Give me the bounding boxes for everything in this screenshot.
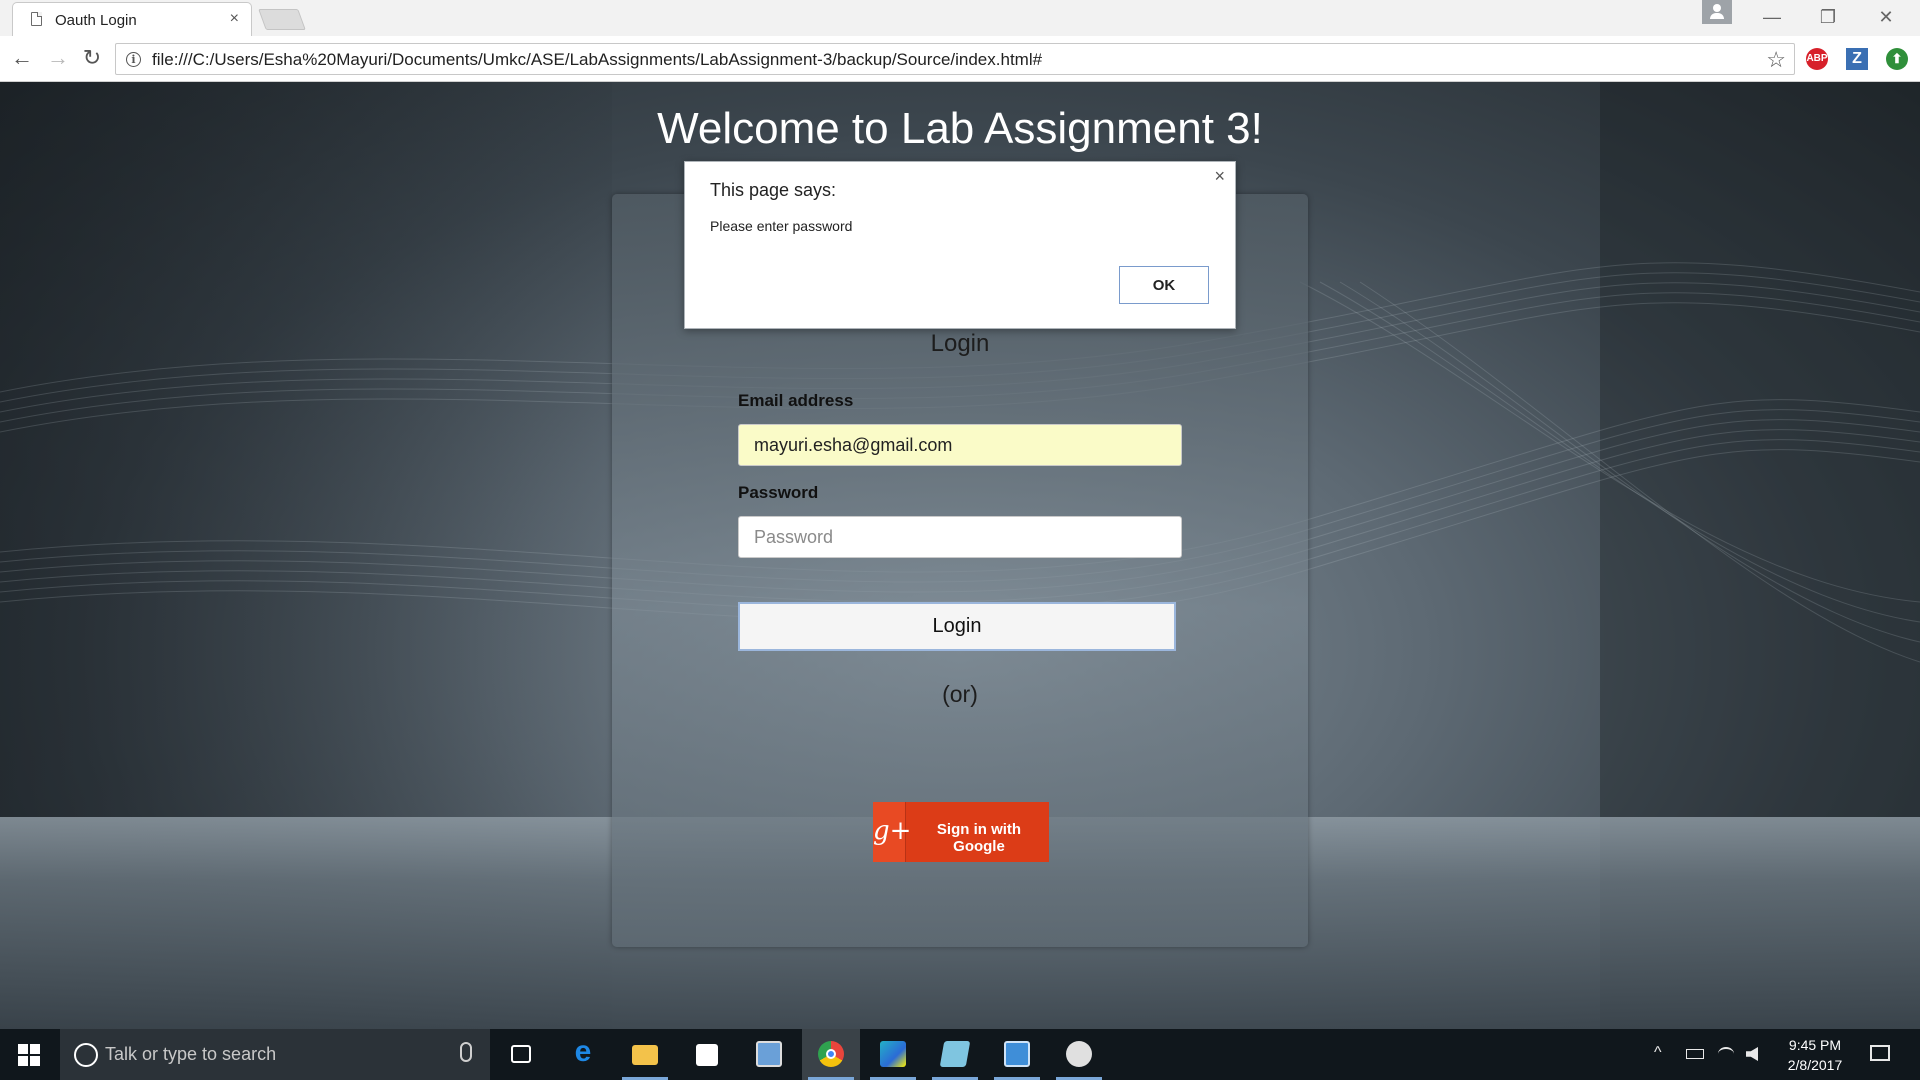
ok-button[interactable]: OK	[1119, 266, 1209, 304]
outlook-icon[interactable]	[988, 1029, 1046, 1080]
dialog-message: Please enter password	[710, 218, 853, 234]
taskbar: Talk or type to search e ^ 9:45 PM 2/8/2…	[0, 1029, 1920, 1080]
system-clock[interactable]: 9:45 PM 2/8/2017	[1770, 1035, 1860, 1075]
address-bar[interactable]: i file:///C:/Users/Esha%20Mayuri/Documen…	[115, 43, 1795, 75]
password-field[interactable]	[738, 516, 1182, 558]
page-viewport: Welcome to Lab Assignment 3! Login Email…	[0, 82, 1920, 1029]
password-label: Password	[738, 483, 819, 502]
minimize-button[interactable]: —	[1752, 4, 1792, 30]
restore-button[interactable]: ❐	[1808, 4, 1848, 30]
forward-button[interactable]: →	[44, 45, 72, 71]
paint-icon[interactable]	[1050, 1029, 1108, 1080]
browser-toolbar: ← → ↻ i file:///C:/Users/Esha%20Mayuri/D…	[0, 36, 1920, 82]
page-heading: Welcome to Lab Assignment 3!	[657, 104, 1263, 153]
reload-button[interactable]: ↻	[78, 45, 106, 71]
or-separator: (or)	[942, 681, 978, 707]
microphone-icon[interactable]	[460, 1042, 472, 1062]
back-button[interactable]: ←	[8, 45, 36, 71]
google-plus-icon: g+	[873, 802, 911, 862]
dialog-close-icon[interactable]: ×	[1214, 166, 1225, 187]
page-icon	[31, 12, 42, 26]
new-tab-button[interactable]	[258, 9, 306, 30]
dialog-title: This page says:	[710, 180, 837, 200]
close-window-button[interactable]: ✕	[1866, 4, 1906, 30]
url-text[interactable]: file:///C:/Users/Esha%20Mayuri/Documents…	[152, 50, 1042, 70]
tab-strip: Oauth Login × — ❐ ✕	[0, 0, 1920, 36]
browser-tab[interactable]: Oauth Login ×	[12, 2, 252, 36]
login-title: Login	[930, 330, 990, 357]
alert-dialog: × This page says: Please enter password …	[684, 161, 1236, 329]
windows-start-icon[interactable]	[18, 1044, 40, 1066]
login-button[interactable]: Login	[738, 602, 1176, 651]
google-signin-button[interactable]: g+ Sign in with Google	[873, 802, 1049, 862]
remote-desktop-icon[interactable]	[740, 1029, 798, 1080]
email-field[interactable]	[738, 424, 1182, 466]
action-center-icon[interactable]	[1870, 1045, 1890, 1061]
tab-title: Oauth Login	[55, 12, 137, 29]
bookmark-star-icon[interactable]: ☆	[1766, 47, 1786, 73]
profile-icon[interactable]	[1702, 0, 1732, 24]
battery-icon[interactable]	[1686, 1049, 1704, 1059]
store-icon[interactable]	[678, 1029, 736, 1080]
clock-date: 2/8/2017	[1787, 1057, 1843, 1073]
file-explorer-icon[interactable]	[616, 1029, 674, 1080]
tab-close-icon[interactable]: ×	[230, 10, 239, 28]
edge-icon[interactable]: e	[554, 1029, 612, 1080]
zotero-icon[interactable]: Z	[1846, 48, 1868, 70]
google-signin-label: Sign in with Google	[936, 821, 1022, 855]
email-label: Email address	[738, 391, 854, 410]
cortana-icon[interactable]	[74, 1043, 98, 1067]
show-hidden-icons[interactable]: ^	[1654, 1044, 1662, 1062]
search-placeholder: Talk or type to search	[105, 1044, 277, 1064]
adblock-plus-icon[interactable]: ABP	[1806, 48, 1828, 70]
notepad-icon[interactable]	[926, 1029, 984, 1080]
webstorm-icon[interactable]	[864, 1029, 922, 1080]
wifi-icon[interactable]	[1718, 1047, 1734, 1061]
chrome-icon[interactable]	[802, 1029, 860, 1080]
volume-icon[interactable]	[1746, 1047, 1758, 1061]
clock-time: 9:45 PM	[1788, 1037, 1842, 1053]
taskbar-search[interactable]: Talk or type to search	[60, 1029, 490, 1080]
download-extension-icon[interactable]: ⬆	[1886, 48, 1908, 70]
task-view-icon[interactable]	[492, 1029, 550, 1080]
info-icon[interactable]: i	[126, 52, 141, 67]
